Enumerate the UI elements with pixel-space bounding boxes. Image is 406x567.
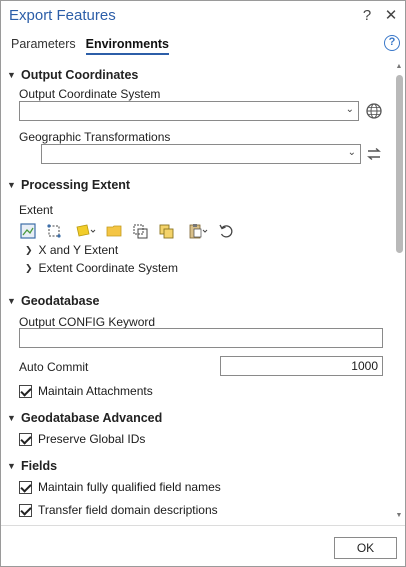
tree-item-label: X and Y Extent: [38, 243, 119, 257]
geo-transform-label: Geographic Transformations: [19, 130, 171, 144]
checkbox-checked-icon: [19, 384, 32, 398]
extent-toolbar: [19, 221, 237, 241]
tab-bar: Parameters Environments: [11, 37, 169, 55]
config-keyword-label: Output CONFIG Keyword: [19, 315, 156, 329]
chevron-down-icon: ▼: [7, 413, 16, 423]
swap-arrows-icon[interactable]: [365, 145, 383, 163]
section-title: Geodatabase Advanced: [21, 411, 163, 425]
scroll-down-icon[interactable]: ▼: [394, 511, 404, 521]
chevron-down-icon: ⌄: [345, 104, 354, 115]
checkbox-label: Maintain fully qualified field names: [38, 480, 221, 494]
section-title: Output Coordinates: [21, 68, 139, 82]
auto-commit-input[interactable]: 1000: [220, 356, 383, 376]
preserve-global-ids-checkbox[interactable]: Preserve Global IDs: [19, 431, 145, 447]
title-bar: Export Features ? ✕: [1, 1, 405, 31]
tree-item-label: Extent Coordinate System: [38, 261, 178, 275]
section-title: Fields: [21, 459, 58, 473]
paste-extent-dropdown-icon[interactable]: [183, 222, 211, 240]
checkbox-checked-icon: [19, 480, 32, 494]
browse-folder-icon[interactable]: [105, 222, 125, 240]
section-processing-extent[interactable]: ▼ Processing Extent: [7, 177, 130, 193]
config-keyword-input[interactable]: [19, 328, 383, 348]
chevron-down-icon: ▼: [7, 70, 16, 80]
tab-environments[interactable]: Environments: [85, 37, 169, 55]
globe-icon[interactable]: [365, 102, 383, 120]
dialog-footer: OK: [1, 525, 405, 566]
chevron-right-icon: ❯: [25, 244, 33, 255]
qualified-field-names-checkbox[interactable]: Maintain fully qualified field names: [19, 479, 221, 495]
close-button[interactable]: ✕: [381, 6, 401, 26]
auto-commit-label: Auto Commit: [19, 360, 89, 374]
union-extent-icon[interactable]: [131, 222, 151, 240]
current-display-extent-icon[interactable]: [19, 222, 39, 240]
draw-extent-icon[interactable]: [45, 222, 65, 240]
scroll-thumb[interactable]: [396, 75, 403, 253]
output-cs-dropdown[interactable]: ⌄: [19, 101, 359, 121]
tree-item-extent-cs[interactable]: ❯ Extent Coordinate System: [25, 261, 178, 275]
extent-label: Extent: [19, 203, 54, 217]
ok-button[interactable]: OK: [334, 537, 397, 559]
chevron-down-icon: ⌄: [347, 147, 356, 158]
section-title: Processing Extent: [21, 178, 131, 192]
tab-parameters[interactable]: Parameters: [11, 37, 76, 55]
help-circle-icon[interactable]: ?: [384, 35, 400, 51]
output-cs-label: Output Coordinate System: [19, 87, 161, 101]
chevron-down-icon: ▼: [7, 461, 16, 471]
scroll-up-icon[interactable]: ▲: [394, 62, 404, 72]
reset-extent-icon[interactable]: [217, 222, 237, 240]
checkbox-label: Maintain Attachments: [38, 384, 153, 398]
section-output-coordinates[interactable]: ▼ Output Coordinates: [7, 67, 138, 83]
geo-transform-dropdown[interactable]: ⌄: [41, 144, 361, 164]
maintain-attachments-checkbox[interactable]: Maintain Attachments: [19, 383, 153, 399]
help-button[interactable]: ?: [357, 6, 377, 26]
layer-extent-dropdown-icon[interactable]: [71, 222, 99, 240]
dialog-title: Export Features: [9, 7, 116, 24]
tree-item-xy-extent[interactable]: ❯ X and Y Extent: [25, 243, 118, 257]
checkbox-label: Preserve Global IDs: [38, 432, 146, 446]
chevron-right-icon: ❯: [25, 262, 33, 273]
export-features-dialog: Export Features ? ✕ Parameters Environme…: [0, 0, 406, 567]
section-fields[interactable]: ▼ Fields: [7, 458, 57, 474]
vertical-scrollbar[interactable]: ▲ ▼: [393, 61, 405, 523]
section-geodatabase-advanced[interactable]: ▼ Geodatabase Advanced: [7, 410, 162, 426]
field-domain-descriptions-checkbox[interactable]: Transfer field domain descriptions: [19, 502, 218, 518]
intersect-extent-icon[interactable]: [157, 222, 177, 240]
checkbox-checked-icon: [19, 432, 32, 446]
chevron-down-icon: ▼: [7, 180, 16, 190]
chevron-down-icon: ▼: [7, 296, 16, 306]
checkbox-label: Transfer field domain descriptions: [38, 503, 218, 517]
section-title: Geodatabase: [21, 294, 100, 308]
section-geodatabase[interactable]: ▼ Geodatabase: [7, 293, 100, 309]
checkbox-checked-icon: [19, 503, 32, 517]
environments-panel: ▼ Output Coordinates Output Coordinate S…: [1, 61, 393, 523]
